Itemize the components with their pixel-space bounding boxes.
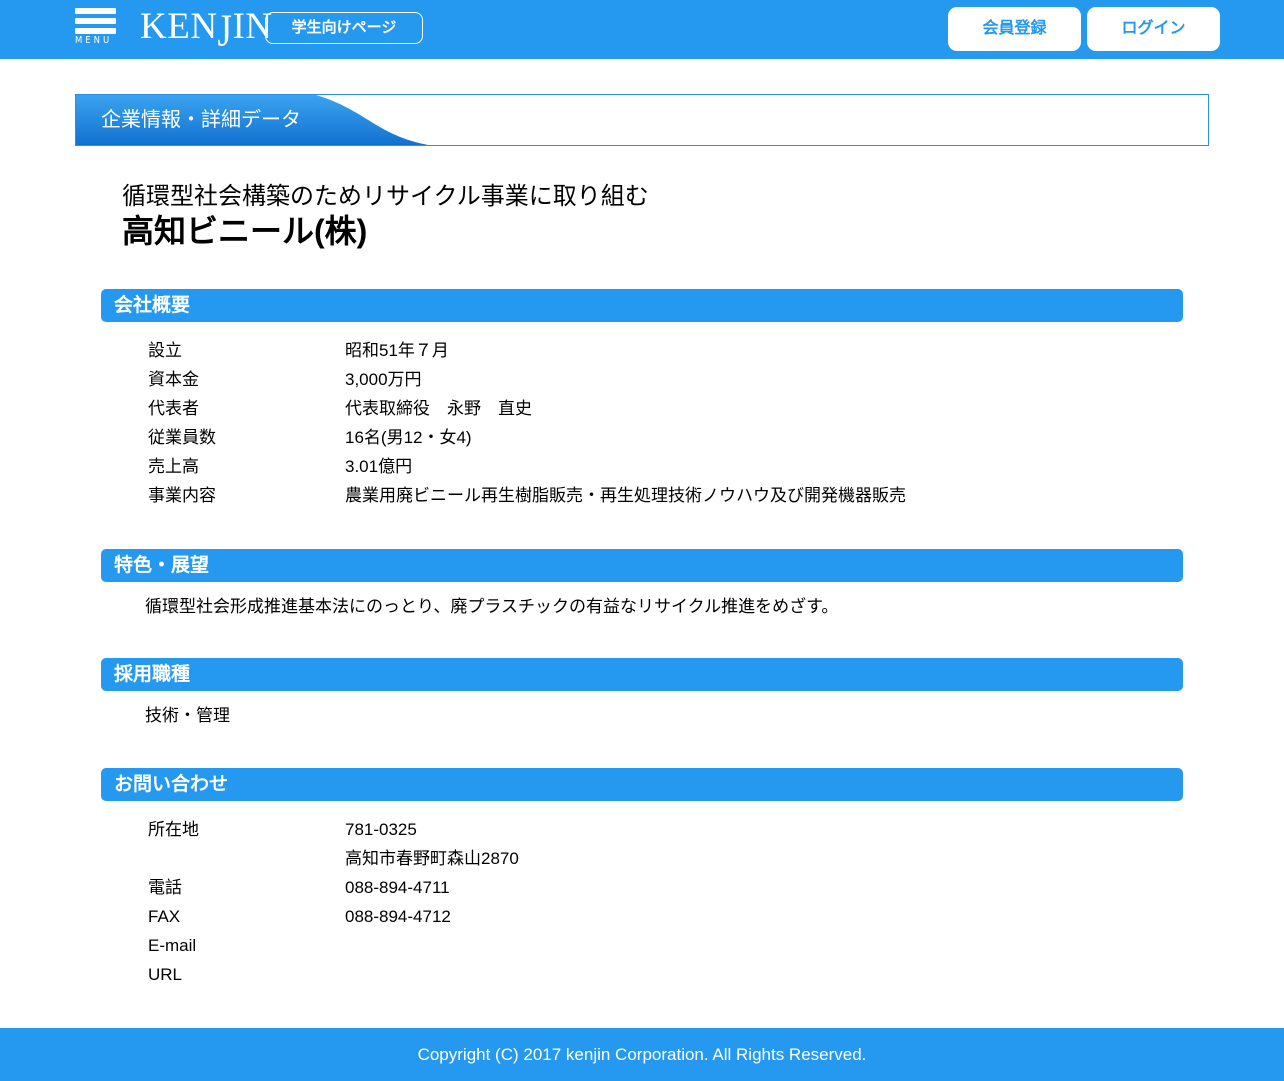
info-value: 3.01億円	[345, 457, 413, 476]
contact-label: 電話	[148, 878, 182, 897]
site-header: MENU KENJIN 学生向けページ 会員登録 ログイン	[0, 0, 1284, 59]
info-value: 16名(男12・女4)	[345, 428, 472, 447]
company-name: 高知ビニール(株)	[122, 213, 368, 249]
info-row: 事業内容 農業用廃ビニール再生樹脂販売・再生処理技術ノウハウ及び開発機器販売	[148, 481, 1148, 510]
logo-text-j: J	[217, 6, 233, 57]
info-value: 昭和51年７月	[345, 341, 449, 360]
contact-label: E-mail	[148, 936, 197, 955]
contact-row: 高知市春野町森山2870	[148, 844, 1148, 873]
site-footer: Copyright (C) 2017 kenjin Corporation. A…	[0, 1028, 1284, 1081]
hamburger-icon-bar	[75, 28, 116, 34]
page-title: 企業情報・詳細データ	[101, 109, 301, 131]
info-value: 農業用廃ビニール再生樹脂販売・再生処理技術ノウハウ及び開発機器販売	[345, 486, 906, 505]
student-page-button[interactable]: 学生向けページ	[265, 12, 423, 44]
info-value: 3,000万円	[345, 370, 422, 389]
contact-value: 高知市春野町森山2870	[345, 849, 519, 868]
section-heading-features: 特色・展望	[101, 549, 1183, 582]
contact-value: 781-0325	[345, 820, 417, 839]
section-heading-contact: お問い合わせ	[101, 768, 1183, 801]
site-logo[interactable]: KENJIN	[140, 5, 273, 56]
contact-value: 088-894-4712	[345, 907, 451, 926]
hamburger-icon-bar	[75, 18, 116, 24]
contact-label: FAX	[148, 907, 181, 926]
info-row: 代表者 代表取締役 永野 直史	[148, 394, 1148, 423]
copyright-text: Copyright (C) 2017 kenjin Corporation. A…	[417, 1045, 867, 1064]
info-label: 資本金	[148, 370, 199, 389]
features-text: 循環型社会形成推進基本法にのっとり、廃プラスチックの有益なリサイクル推進をめざす…	[145, 597, 839, 616]
info-value: 代表取締役 永野 直史	[345, 399, 532, 418]
info-row: 売上高 3.01億円	[148, 452, 1148, 481]
menu-button[interactable]: MENU	[75, 8, 117, 50]
contact-row: E-mail	[148, 931, 1148, 960]
company-catchphrase: 循環型社会構築のためリサイクル事業に取り組む	[122, 183, 649, 210]
info-row: 設立 昭和51年７月	[148, 336, 1148, 365]
jobs-text: 技術・管理	[145, 706, 230, 725]
info-label: 設立	[148, 341, 182, 360]
info-label: 従業員数	[148, 428, 216, 447]
contact-row: 電話 088-894-4711	[148, 873, 1148, 902]
info-label: 事業内容	[148, 486, 216, 505]
contact-row: URL	[148, 960, 1148, 989]
hamburger-icon	[75, 8, 116, 14]
section-heading-jobs: 採用職種	[101, 658, 1183, 691]
register-button[interactable]: 会員登録	[948, 7, 1081, 51]
info-row: 資本金 3,000万円	[148, 365, 1148, 394]
contact-label: 所在地	[148, 820, 199, 839]
info-label: 売上高	[148, 457, 199, 476]
contact-row: 所在地 781-0325	[148, 815, 1148, 844]
logo-text-prefix: KEN	[140, 6, 218, 47]
contact-label: URL	[148, 965, 183, 984]
section-heading-overview: 会社概要	[101, 289, 1183, 322]
login-button[interactable]: ログイン	[1087, 7, 1220, 51]
info-row: 従業員数 16名(男12・女4)	[148, 423, 1148, 452]
menu-label: MENU	[75, 35, 113, 46]
contact-value: 088-894-4711	[345, 878, 450, 897]
info-label: 代表者	[148, 399, 199, 418]
contact-row: FAX 088-894-4712	[148, 902, 1148, 931]
page-title-banner: 企業情報・詳細データ	[75, 94, 1209, 146]
